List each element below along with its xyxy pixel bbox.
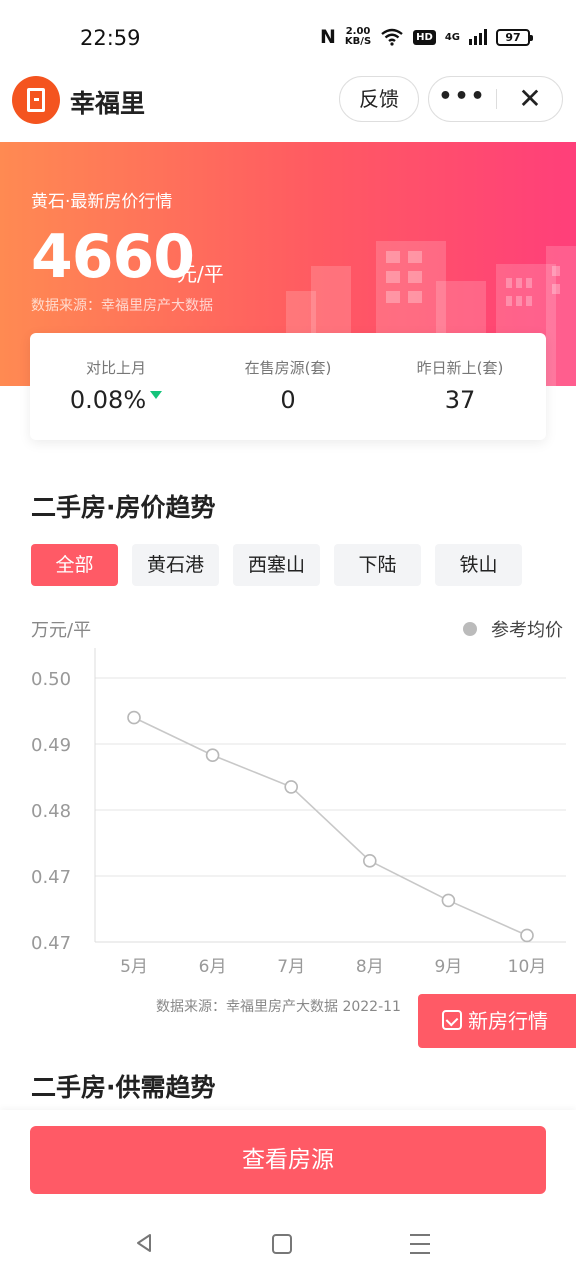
- x-tick-label: 9月: [434, 957, 462, 977]
- tab-huangshigang[interactable]: 黄石港: [132, 544, 219, 586]
- hero-price: 4660: [31, 222, 195, 292]
- data-point: [284, 780, 299, 794]
- hero-data-source: 数据来源：幸福里房产大数据: [31, 298, 213, 314]
- home-icon[interactable]: [272, 1234, 292, 1254]
- stat-value: 0.08%: [30, 386, 202, 414]
- signal-icon: [469, 29, 487, 45]
- legend-label: 参考均价: [491, 620, 563, 641]
- network-speed-unit: KB/S: [344, 36, 372, 47]
- new-house-button[interactable]: 新房行情: [418, 994, 576, 1048]
- y-tick-label: 0.47: [31, 867, 71, 888]
- tab-xialu[interactable]: 下陆: [334, 544, 421, 586]
- status-time: 22:59: [80, 26, 141, 50]
- hero-price-unit: 元/平: [177, 262, 224, 286]
- x-tick-label: 6月: [199, 957, 227, 977]
- app-logo: [12, 76, 60, 124]
- more-button[interactable]: •••: [429, 77, 496, 121]
- price-trend-chart: 0.50 0.49 0.48 0.47 0.47 5月 6月 7月 8月 9月 10月: [31, 648, 566, 977]
- status-bar: 22:59 N 2.00 KB/S HD 4G 97: [0, 0, 576, 76]
- hd-icon: HD: [413, 29, 436, 45]
- y-tick-label: 0.47: [31, 933, 71, 954]
- data-point: [127, 710, 141, 725]
- x-tick-label: 7月: [277, 957, 305, 977]
- stat-label: 昨日新上(套): [416, 359, 504, 377]
- stat-on-sale: 在售房源(套) 0: [202, 333, 374, 440]
- chart-legend: 参考均价: [463, 616, 563, 642]
- data-point: [362, 854, 377, 868]
- app-title: 幸福里: [70, 89, 146, 118]
- mini-program-capsule: ••• ✕: [428, 76, 563, 122]
- trend-down-icon: [150, 391, 163, 399]
- network-type: 4G: [444, 31, 460, 43]
- chart-trend-icon: [442, 1010, 462, 1030]
- stat-label: 在售房源(套): [244, 359, 332, 377]
- tab-tieshan[interactable]: 铁山: [435, 544, 522, 586]
- new-house-label: 新房行情: [468, 1009, 548, 1033]
- tab-all[interactable]: 全部: [31, 544, 118, 586]
- status-icons: N 2.00 KB/S HD 4G 97: [320, 26, 533, 48]
- stat-value: 37: [444, 386, 476, 414]
- stat-label: 对比上月: [85, 359, 146, 377]
- hero-subtitle: 黄石·最新房价行情: [31, 192, 173, 212]
- app-header: 幸福里 反馈 ••• ✕: [0, 76, 576, 142]
- feedback-button[interactable]: 反馈: [339, 76, 419, 122]
- y-tick-label: 0.49: [31, 735, 71, 756]
- stat-month-compare: 对比上月 0.08%: [30, 333, 202, 440]
- x-tick-label: 10月: [508, 957, 547, 977]
- tab-xisaishan[interactable]: 西塞山: [233, 544, 320, 586]
- x-tick-label: 5月: [120, 957, 148, 977]
- chart-y-unit: 万元/平: [31, 620, 92, 641]
- chart-data-source: 数据来源：幸福里房产大数据 2022-11: [156, 999, 401, 1015]
- stat-new-listings: 昨日新上(套) 37: [374, 333, 546, 440]
- district-tabs: 全部 黄石港 西塞山 下陆 铁山: [31, 544, 522, 586]
- section-title-price-trend: 二手房·房价趋势: [31, 493, 216, 522]
- section-title-supply-trend: 二手房·供需趋势: [31, 1073, 216, 1102]
- y-tick-label: 0.50: [31, 669, 71, 690]
- view-listings-button[interactable]: 查看房源: [30, 1126, 546, 1194]
- data-point: [205, 748, 220, 763]
- back-icon[interactable]: [133, 1232, 155, 1254]
- battery-icon: 97: [496, 28, 533, 46]
- x-tick-label: 8月: [356, 957, 384, 977]
- bottom-action-bar: 查看房源: [0, 1110, 576, 1210]
- network-speed: 2.00 KB/S: [345, 27, 371, 47]
- series-line: [133, 716, 528, 937]
- system-nav-bar: [0, 1210, 576, 1280]
- nfc-icon: N: [320, 26, 336, 48]
- stats-card: 对比上月 0.08% 在售房源(套) 0 昨日新上(套) 37: [30, 333, 546, 440]
- data-point: [520, 928, 534, 943]
- y-tick-label: 0.48: [31, 801, 71, 822]
- close-button[interactable]: ✕: [497, 77, 563, 121]
- stat-value: 0: [280, 386, 296, 414]
- data-point: [441, 893, 456, 908]
- stat-value-text: 0.08%: [69, 386, 147, 414]
- legend-dot-icon: [463, 622, 477, 636]
- menu-icon[interactable]: [410, 1234, 430, 1254]
- wifi-icon: [381, 28, 403, 46]
- door-icon: [27, 88, 45, 112]
